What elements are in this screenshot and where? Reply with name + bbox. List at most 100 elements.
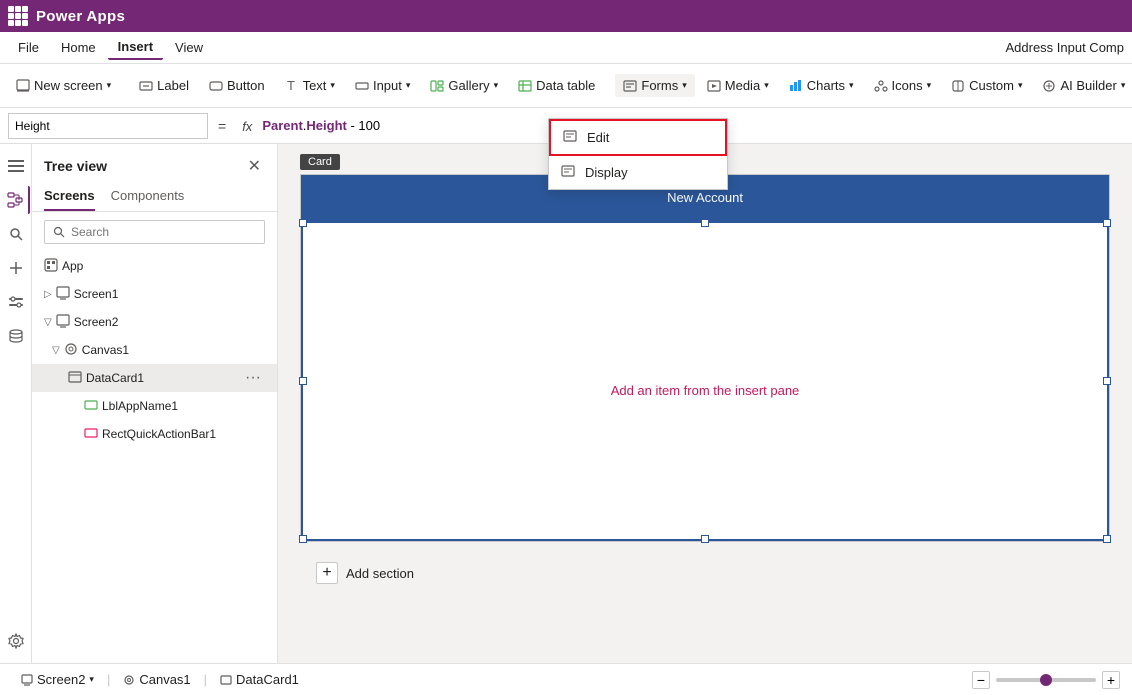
status-sep2: | <box>204 672 207 687</box>
dropdown-item-display[interactable]: Display <box>549 156 727 189</box>
menu-home[interactable]: Home <box>51 36 106 59</box>
status-datacard[interactable]: DataCard1 <box>211 669 308 690</box>
media-btn-label: Media <box>725 78 760 93</box>
tree-item-rectquickactionbar1-label: RectQuickActionBar1 <box>102 427 216 441</box>
add-icon <box>8 260 24 276</box>
sidebar-icon-menu[interactable] <box>2 152 30 180</box>
handle-tr[interactable] <box>1103 219 1111 227</box>
handle-bm[interactable] <box>701 535 709 543</box>
menu-bar: File Home Insert View Address Input Comp <box>0 32 1132 64</box>
button-button[interactable]: Button <box>201 74 273 97</box>
handle-mr[interactable] <box>1103 377 1111 385</box>
status-items: Screen2 ▾ | Canvas1 | DataCard1 <box>12 669 308 690</box>
zoom-thumb <box>1040 674 1052 686</box>
new-screen-button[interactable]: New screen ▾ <box>8 74 119 97</box>
zoom-in-button[interactable]: + <box>1102 671 1120 689</box>
status-screen2[interactable]: Screen2 ▾ <box>12 669 103 690</box>
dropdown-item-edit[interactable]: Edit <box>549 144 727 156</box>
property-selector[interactable]: Height <box>8 113 208 139</box>
data-table-btn-label: Data table <box>536 78 595 93</box>
data-table-icon <box>518 79 532 93</box>
text-button[interactable]: T Text ▾ <box>277 74 343 97</box>
sidebar-icon-add[interactable] <box>2 254 30 282</box>
sidebar-icon-data[interactable] <box>2 322 30 350</box>
settings-icon <box>8 633 24 649</box>
svg-text:T: T <box>287 79 295 93</box>
screen2-icon <box>56 314 70 331</box>
tree-item-app[interactable]: App <box>32 252 277 280</box>
app-icon <box>44 258 58 275</box>
sidebar-icon-tree[interactable] <box>2 186 30 214</box>
tree-close-button[interactable]: ✕ <box>244 154 265 178</box>
handle-tm[interactable] <box>701 219 709 227</box>
tree-search-box[interactable] <box>44 220 265 244</box>
zoom-out-button[interactable]: − <box>972 671 990 689</box>
charts-icon <box>789 79 803 93</box>
main-container: Tree view ✕ Screens Components App ▷ <box>0 144 1132 663</box>
datacard1-more-button[interactable]: ··· <box>241 369 265 387</box>
forms-dropdown-menu: Edit Display <box>548 144 728 190</box>
tree-item-screen2-label: Screen2 <box>74 315 119 329</box>
tree-item-screen1[interactable]: ▷ Screen1 <box>32 280 277 308</box>
handle-br[interactable] <box>1103 535 1111 543</box>
sidebar-icon-settings[interactable] <box>2 627 30 655</box>
canvas-area[interactable]: Edit Display Card New Account <box>278 144 1132 663</box>
status-screen-arrow: ▾ <box>89 674 94 685</box>
waffle-menu[interactable] <box>8 6 28 26</box>
label-icon <box>139 79 153 93</box>
custom-icon <box>951 79 965 93</box>
tree-item-rectquickactionbar1[interactable]: RectQuickActionBar1 <box>32 420 277 448</box>
handle-ml[interactable] <box>299 377 307 385</box>
sidebar-icon-controls[interactable] <box>2 288 30 316</box>
status-canvas-icon <box>123 674 135 686</box>
tree-item-screen2[interactable]: ▽ Screen2 <box>32 308 277 336</box>
tree-item-datacard1[interactable]: DataCard1 ··· <box>32 364 277 392</box>
input-button[interactable]: Input ▾ <box>347 74 418 97</box>
tab-components[interactable]: Components <box>111 184 185 211</box>
button-icon <box>209 79 223 93</box>
lblappname1-icon <box>84 398 98 415</box>
icons-arrow: ▾ <box>927 80 932 91</box>
zoom-slider[interactable] <box>996 678 1096 682</box>
search-input[interactable] <box>71 225 256 239</box>
status-screen-icon <box>21 674 33 686</box>
ai-builder-button[interactable]: AI Builder ▾ <box>1034 74 1132 97</box>
text-arrow: ▾ <box>330 80 335 91</box>
search-icon <box>8 226 24 242</box>
forms-arrow: ▾ <box>682 80 687 91</box>
sidebar-icon-search[interactable] <box>2 220 30 248</box>
handle-tl[interactable] <box>299 219 307 227</box>
waffle-icon[interactable] <box>8 6 28 26</box>
custom-button[interactable]: Custom ▾ <box>943 74 1030 97</box>
menu-insert[interactable]: Insert <box>108 35 163 60</box>
status-canvas1[interactable]: Canvas1 <box>114 669 199 690</box>
tab-screens[interactable]: Screens <box>44 184 95 211</box>
gallery-button[interactable]: Gallery ▾ <box>422 74 506 97</box>
data-table-button[interactable]: Data table <box>510 74 603 97</box>
handle-bl[interactable] <box>299 535 307 543</box>
form-placeholder: Add an item from the insert pane <box>303 363 1107 418</box>
tree-title: Tree view <box>44 158 107 174</box>
form-body[interactable]: Add an item from the insert pane <box>301 221 1109 541</box>
status-right: − + <box>972 671 1120 689</box>
new-screen-label: New screen <box>34 78 103 93</box>
menu-file[interactable]: File <box>8 36 49 59</box>
fx-button[interactable]: fx <box>236 118 258 134</box>
label-btn-label: Label <box>157 78 189 93</box>
form-card[interactable]: New Account Add an item from the insert … <box>300 174 1110 542</box>
icons-btn-label: Icons <box>892 78 923 93</box>
menu-view[interactable]: View <box>165 36 213 59</box>
label-button[interactable]: Label <box>131 74 197 97</box>
charts-button[interactable]: Charts ▾ <box>781 74 862 97</box>
icons-button[interactable]: Icons ▾ <box>866 74 940 97</box>
controls-icon <box>8 294 24 310</box>
forms-button[interactable]: Forms ▾ <box>615 74 694 97</box>
tree-item-canvas1[interactable]: ▽ Canvas1 <box>32 336 277 364</box>
media-arrow: ▾ <box>764 80 769 91</box>
input-arrow: ▾ <box>406 80 411 91</box>
charts-btn-label: Charts <box>807 78 845 93</box>
gallery-icon <box>430 79 444 93</box>
media-button[interactable]: Media ▾ <box>699 74 777 97</box>
tree-item-lblappname1[interactable]: LblAppName1 <box>32 392 277 420</box>
add-section-button[interactable]: + Add section <box>300 550 1110 596</box>
